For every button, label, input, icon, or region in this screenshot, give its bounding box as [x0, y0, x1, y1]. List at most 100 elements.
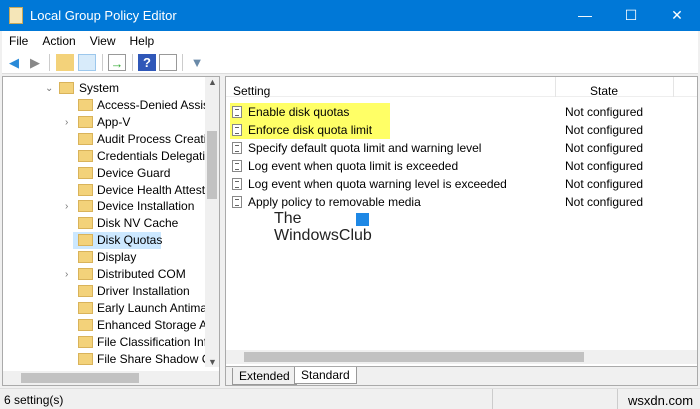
- list-horizontal-scrollbar[interactable]: [226, 350, 697, 364]
- tree-pane: ⌄ System Access-Denied Assista › App-V Audi…: [2, 76, 220, 386]
- forward-icon[interactable]: ▶: [26, 54, 44, 71]
- policy-setting-icon: [232, 196, 242, 208]
- chevron-down-icon[interactable]: ⌄: [45, 80, 53, 97]
- policy-row[interactable]: Log event when quota limit is exceeded No…: [230, 157, 696, 175]
- policy-name: Enable disk quotas: [248, 105, 350, 119]
- tree-item-label: System: [79, 81, 120, 95]
- tree-item[interactable]: › App-V: [3, 114, 203, 131]
- tree-item[interactable]: File Share Shadow Cop: [3, 351, 219, 368]
- policy-row[interactable]: Apply policy to removable media Not confi…: [230, 193, 696, 211]
- status-bar: 6 setting(s) wsxdn.com: [0, 388, 700, 409]
- tree-item[interactable]: › Device Installation: [3, 198, 203, 215]
- tree-item-label: Device Installation: [97, 199, 195, 214]
- tree-item[interactable]: › Distributed COM: [3, 266, 203, 283]
- policy-name: Specify default quota limit and warning …: [248, 141, 482, 155]
- tree-item[interactable]: Disk Quotas: [3, 232, 203, 250]
- folder-icon: [78, 268, 93, 280]
- window-title: Local Group Policy Editor: [30, 8, 177, 23]
- menu-bar: File Action View Help: [2, 31, 698, 51]
- folder-icon: [78, 200, 93, 213]
- policy-setting-icon: [232, 178, 242, 190]
- tree-item[interactable]: File Classification Infra: [3, 334, 218, 351]
- policy-state: Not configured: [565, 105, 644, 119]
- filter-icon[interactable]: ▼: [188, 54, 206, 71]
- folder-icon: [59, 82, 74, 94]
- tree-item-label: Distributed COM: [97, 267, 186, 281]
- properties-icon[interactable]: [159, 54, 177, 71]
- tree-item[interactable]: Enhanced Storage Acc: [3, 317, 219, 334]
- policy-setting-icon: [232, 160, 242, 172]
- policy-setting-icon: [232, 142, 242, 154]
- chevron-right-icon[interactable]: ›: [65, 198, 68, 215]
- folder-icon: [78, 284, 93, 297]
- tree-item[interactable]: Access-Denied Assista: [3, 97, 219, 114]
- tree-item-label: Device Guard: [97, 165, 171, 180]
- help-icon[interactable]: ?: [138, 54, 156, 71]
- tree-item[interactable]: Device Health Attestat: [3, 182, 215, 199]
- tree-vertical-scrollbar[interactable]: ▲ ▼: [205, 77, 219, 367]
- folder-icon: [78, 115, 93, 128]
- minimize-button[interactable]: —: [562, 0, 608, 31]
- tree-item-label: File Classification Infra: [97, 334, 218, 349]
- policy-row[interactable]: Enforce disk quota limit Not configured: [230, 121, 696, 139]
- folder-icon: [78, 217, 93, 230]
- policy-state: Not configured: [565, 177, 644, 191]
- tree-item-label: Audit Process Creation: [97, 131, 220, 146]
- menu-help[interactable]: Help: [123, 31, 162, 51]
- show-hide-tree-icon[interactable]: [78, 54, 96, 71]
- back-icon[interactable]: ◀: [5, 54, 23, 71]
- export-list-icon[interactable]: →: [108, 54, 126, 71]
- menu-view[interactable]: View: [83, 31, 123, 51]
- folder-icon: [78, 318, 93, 331]
- policy-row[interactable]: Log event when quota warning level is ex…: [230, 175, 696, 193]
- tree-item-label: Device Health Attestat: [97, 182, 216, 197]
- list-header: Setting State: [226, 77, 697, 98]
- tree-item-label: File Share Shadow Cop: [97, 351, 220, 366]
- title-bar: Local Group Policy Editor — ☐ ✕: [0, 0, 700, 31]
- policy-state: Not configured: [565, 195, 644, 209]
- tab-standard[interactable]: Standard: [294, 367, 357, 384]
- app-icon: [9, 7, 23, 24]
- folder-icon: [78, 335, 93, 348]
- tree-item[interactable]: Credentials Delegation: [3, 148, 218, 165]
- policy-setting-icon: [232, 124, 242, 136]
- tree-item-system[interactable]: ⌄ System: [3, 80, 203, 97]
- tree-item-label: Credentials Delegation: [97, 148, 219, 163]
- maximize-button[interactable]: ☐: [608, 0, 654, 31]
- status-text: 6 setting(s): [4, 393, 64, 407]
- menu-action[interactable]: Action: [35, 31, 82, 51]
- tab-extended[interactable]: Extended: [232, 368, 297, 385]
- folder-icon: [78, 183, 93, 196]
- watermark-logo: The WindowsClub: [274, 210, 372, 244]
- folder-icon: [78, 132, 93, 145]
- chevron-right-icon[interactable]: ›: [65, 266, 68, 283]
- tree-item[interactable]: Early Launch Antimalv: [3, 300, 216, 317]
- tree-item[interactable]: Display: [3, 249, 203, 266]
- view-tabs: Extended Standard: [226, 366, 697, 385]
- tree-horizontal-scrollbar[interactable]: [3, 371, 219, 385]
- policy-row[interactable]: Enable disk quotas Not configured: [230, 103, 696, 121]
- tree-item[interactable]: Driver Installation: [3, 283, 203, 300]
- tree-item-label: App-V: [97, 114, 131, 129]
- tree-item[interactable]: Disk NV Cache: [3, 215, 203, 232]
- folder-icon: [78, 99, 93, 111]
- tree-item-label: Early Launch Antimalv: [97, 300, 216, 315]
- folder-icon: [78, 251, 93, 264]
- folder-up-icon[interactable]: [56, 54, 74, 71]
- menu-file[interactable]: File: [2, 31, 35, 51]
- folder-icon: [78, 352, 93, 365]
- folder-icon: [78, 166, 93, 179]
- settings-pane: Setting State Enable disk quotas Not conf…: [225, 76, 698, 386]
- folder-icon: [78, 149, 93, 162]
- tree-item-label: Disk NV Cache: [97, 216, 179, 231]
- column-header-state[interactable]: State: [590, 84, 618, 98]
- tree-item[interactable]: Device Guard: [3, 165, 203, 182]
- policy-state: Not configured: [565, 141, 644, 155]
- tree-item[interactable]: Audit Process Creation: [3, 131, 219, 148]
- chevron-right-icon[interactable]: ›: [65, 114, 68, 131]
- column-header-setting[interactable]: Setting: [233, 84, 270, 98]
- policy-row[interactable]: Specify default quota limit and warning …: [230, 139, 696, 157]
- policy-name: Log event when quota limit is exceeded: [248, 159, 459, 173]
- close-button[interactable]: ✕: [654, 0, 700, 31]
- folder-icon: [78, 234, 93, 247]
